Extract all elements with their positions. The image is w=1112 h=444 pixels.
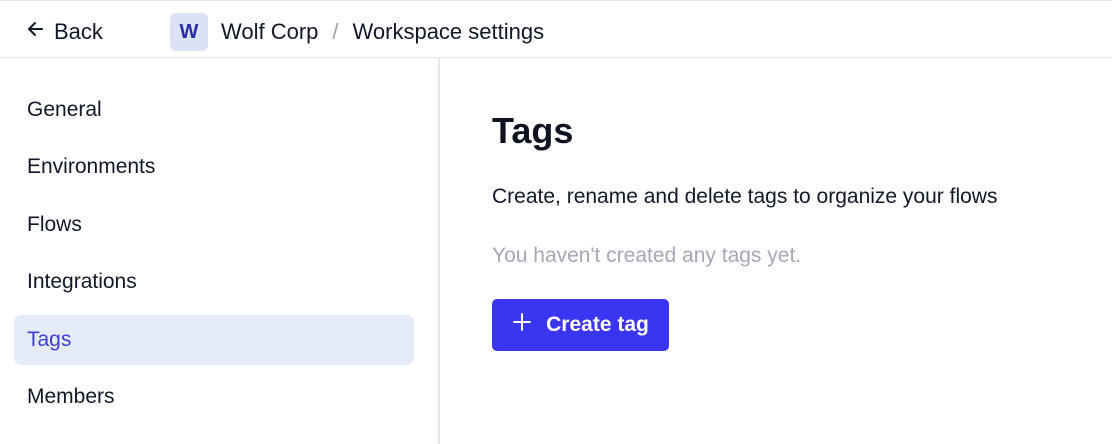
sidebar-item-integrations[interactable]: Integrations (14, 257, 414, 307)
page-description: Create, rename and delete tags to organi… (492, 185, 998, 208)
breadcrumb-separator: / (332, 19, 339, 44)
breadcrumb-current: Workspace settings (352, 19, 545, 44)
sidebar-item-tags[interactable]: Tags (14, 315, 414, 365)
back-label: Back (54, 19, 103, 44)
main-content: Tags Create, rename and delete tags to o… (442, 58, 1112, 444)
settings-sidebar: General Environments Flows Integrations … (0, 58, 440, 444)
workspace-avatar: W (170, 13, 208, 51)
top-bar: Back W Wolf Corp / Workspace settings (0, 0, 1112, 58)
create-tag-label: Create tag (546, 313, 649, 336)
sidebar-item-general[interactable]: General (14, 85, 414, 135)
empty-state-text: You haven't created any tags yet. (492, 244, 802, 267)
page-title: Tags (492, 110, 574, 151)
breadcrumb: W Wolf Corp / Workspace settings (170, 13, 544, 51)
sidebar-item-members[interactable]: Members (14, 372, 414, 422)
create-tag-button[interactable]: Create tag (492, 299, 669, 351)
arrow-left-icon (26, 19, 46, 45)
sidebar-item-environments[interactable]: Environments (14, 142, 414, 192)
sidebar-item-flows[interactable]: Flows (14, 200, 414, 250)
breadcrumb-org[interactable]: Wolf Corp (221, 19, 318, 45)
back-button[interactable]: Back (26, 17, 103, 47)
plus-icon (512, 312, 532, 338)
